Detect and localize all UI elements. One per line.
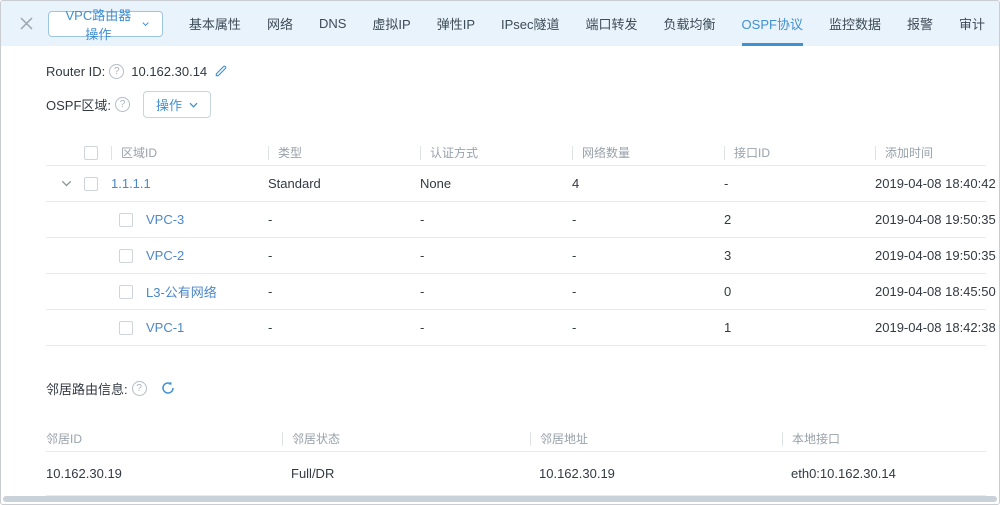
area-auth: None <box>410 166 562 201</box>
area-type: Standard <box>258 166 410 201</box>
top-bar: VPC路由器操作 基本属性 网络 DNS 虚拟IP 弹性IP IPsec隧道 端… <box>1 1 999 46</box>
tab-network[interactable]: 网络 <box>267 1 293 46</box>
ospf-area-row: OSPF区域: ? 操作 <box>46 91 984 118</box>
row-checkbox[interactable] <box>119 321 133 335</box>
neighbor-id: 10.162.30.19 <box>46 452 281 495</box>
network-row: L3-公有网络 - - - 0 2019-04-08 18:45:50 <box>46 274 986 310</box>
network-count: - <box>562 202 714 237</box>
chevron-down-icon <box>142 21 149 27</box>
column-header-interface-id: 接口ID <box>734 144 770 161</box>
router-id-label: Router ID: <box>46 64 105 79</box>
vpc-router-detail-panel: VPC路由器操作 基本属性 网络 DNS 虚拟IP 弹性IP IPsec隧道 端… <box>0 0 1000 505</box>
network-interface-id: 2 <box>714 202 865 237</box>
area-id-link[interactable]: 1.1.1.1 <box>111 176 151 191</box>
ospf-area-label: OSPF区域: <box>46 95 111 114</box>
network-added-time: 2019-04-08 18:42:38 <box>865 310 996 345</box>
tab-bar: 基本属性 网络 DNS 虚拟IP 弹性IP IPsec隧道 端口转发 负载均衡 … <box>189 1 985 46</box>
row-checkbox[interactable] <box>84 177 98 191</box>
network-interface-id: 1 <box>714 310 865 345</box>
row-checkbox[interactable] <box>119 249 133 263</box>
column-header-auth: 认证方式 <box>430 144 478 161</box>
network-interface-id: 0 <box>714 274 865 309</box>
vpc-router-actions-button[interactable]: VPC路由器操作 <box>48 11 163 37</box>
column-header-added-time: 添加时间 <box>885 144 933 161</box>
network-auth: - <box>410 238 562 273</box>
neighbor-row: 10.162.30.19 Full/DR 10.162.30.19 eth0:1… <box>46 452 986 496</box>
refresh-icon[interactable] <box>160 380 176 396</box>
network-row: VPC-3 - - - 2 2019-04-08 19:50:35 <box>46 202 986 238</box>
area-added-time: 2019-04-08 18:40:42 <box>865 166 996 201</box>
network-count: - <box>562 274 714 309</box>
neighbor-table-header: 邻居ID 邻居状态 邻居地址 本地接口 <box>46 426 986 452</box>
network-added-time: 2019-04-08 19:50:35 <box>865 202 996 237</box>
help-icon[interactable]: ? <box>132 381 147 396</box>
network-type: - <box>258 274 410 309</box>
neighbor-table: 邻居ID 邻居状态 邻居地址 本地接口 10.162.30.19 Full/DR… <box>46 426 986 496</box>
help-icon[interactable]: ? <box>109 64 124 79</box>
row-checkbox[interactable] <box>119 213 133 227</box>
network-interface-id: 3 <box>714 238 865 273</box>
tab-port-forwarding[interactable]: 端口转发 <box>586 1 638 46</box>
area-network-count: 4 <box>562 166 714 201</box>
column-header-local-interface: 本地接口 <box>792 430 840 447</box>
network-link[interactable]: VPC-2 <box>146 248 184 263</box>
network-count: - <box>562 238 714 273</box>
collapse-chevron-icon[interactable] <box>61 180 72 187</box>
router-id-value: 10.162.30.14 <box>131 64 207 79</box>
tab-basic[interactable]: 基本属性 <box>189 1 241 46</box>
column-header-area-id: 区域ID <box>121 144 157 161</box>
help-icon[interactable]: ? <box>115 97 130 112</box>
network-auth: - <box>410 274 562 309</box>
network-type: - <box>258 202 410 237</box>
router-id-row: Router ID: ? 10.162.30.14 <box>46 59 984 83</box>
neighbor-section-header: 邻居路由信息: ? <box>46 378 984 398</box>
local-interface: eth0:10.162.30.14 <box>781 452 986 495</box>
network-link[interactable]: VPC-3 <box>146 212 184 227</box>
edit-pencil-icon[interactable] <box>214 64 228 78</box>
neighbor-section-label: 邻居路由信息: <box>46 379 128 398</box>
area-row: 1.1.1.1 Standard None 4 - 2019-04-08 18:… <box>46 166 986 202</box>
area-actions-label: 操作 <box>156 95 182 114</box>
network-type: - <box>258 310 410 345</box>
network-row: VPC-2 - - - 3 2019-04-08 19:50:35 <box>46 238 986 274</box>
area-actions-button[interactable]: 操作 <box>143 91 211 118</box>
network-type: - <box>258 238 410 273</box>
tab-alarm[interactable]: 报警 <box>907 1 933 46</box>
network-count: - <box>562 310 714 345</box>
column-divider <box>111 146 112 160</box>
tab-virtual-ip[interactable]: 虚拟IP <box>372 1 410 46</box>
network-link[interactable]: L3-公有网络 <box>146 282 217 301</box>
network-auth: - <box>410 202 562 237</box>
close-icon[interactable] <box>19 15 34 33</box>
chevron-down-icon <box>189 102 198 108</box>
select-all-checkbox[interactable] <box>84 146 98 160</box>
column-header-neighbor-address: 邻居地址 <box>540 430 588 447</box>
column-header-neighbor-state: 邻居状态 <box>292 430 340 447</box>
network-added-time: 2019-04-08 19:50:35 <box>865 238 996 273</box>
column-header-type: 类型 <box>278 144 302 161</box>
network-added-time: 2019-04-08 18:45:50 <box>865 274 996 309</box>
tab-load-balancing[interactable]: 负载均衡 <box>664 1 716 46</box>
column-header-neighbor-id: 邻居ID <box>46 426 281 451</box>
panel-content: Router ID: ? 10.162.30.14 OSPF区域: ? 操作 区… <box>1 59 999 496</box>
row-checkbox[interactable] <box>119 285 133 299</box>
vpc-router-actions-label: VPC路由器操作 <box>62 5 135 43</box>
tab-ipsec-tunnel[interactable]: IPsec隧道 <box>501 1 560 46</box>
tab-ospf[interactable]: OSPF协议 <box>742 1 803 46</box>
ospf-area-table: 区域ID 类型 认证方式 网络数量 接口ID 添加时间 1.1.1.1 Stan… <box>46 140 986 346</box>
tab-audit[interactable]: 审计 <box>959 1 985 46</box>
neighbor-state: Full/DR <box>281 452 529 495</box>
tab-elastic-ip[interactable]: 弹性IP <box>437 1 475 46</box>
area-table-header: 区域ID 类型 认证方式 网络数量 接口ID 添加时间 <box>46 140 986 166</box>
column-header-network-count: 网络数量 <box>582 144 630 161</box>
network-auth: - <box>410 310 562 345</box>
horizontal-scrollbar[interactable] <box>3 496 997 502</box>
neighbor-address: 10.162.30.19 <box>529 452 781 495</box>
tab-dns[interactable]: DNS <box>319 1 346 46</box>
area-interface-id: - <box>714 166 865 201</box>
network-link[interactable]: VPC-1 <box>146 320 184 335</box>
tab-monitoring[interactable]: 监控数据 <box>829 1 881 46</box>
network-row: VPC-1 - - - 1 2019-04-08 18:42:38 <box>46 310 986 346</box>
